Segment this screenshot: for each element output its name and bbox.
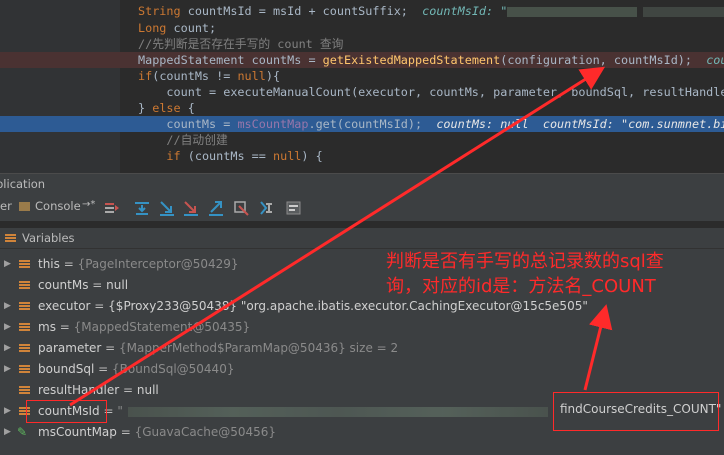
field-icon <box>19 281 30 290</box>
variable-name: boundSql <box>38 362 95 376</box>
blurred-value <box>643 6 724 17</box>
field-icon <box>19 323 30 332</box>
variable-value: {PageInterceptor@50429} <box>77 257 239 271</box>
debug-tool-window-bar[interactable]: plication <box>0 173 724 196</box>
variable-value: {MapperMethod$ParamMap@50436} size = 2 <box>119 341 399 355</box>
expand-arrow-icon[interactable]: ▶ <box>4 359 11 380</box>
variable-row[interactable]: ▶ parameter = {MapperMethod$ParamMap@504… <box>0 338 724 359</box>
variable-name: ms <box>38 320 56 334</box>
annotation-value-text: findCourseCredits_COUNT" <box>560 402 722 416</box>
annotation-text-line-2: 询，对应的id是：方法名_COUNT <box>386 276 656 297</box>
code-line[interactable]: String countMsId = msId + countSuffix; c… <box>0 3 724 19</box>
code-line[interactable]: //先判断是否存在手写的 count 查询 <box>0 36 724 52</box>
console-icon <box>19 202 30 211</box>
expand-arrow-icon[interactable]: ▶ <box>4 401 11 422</box>
blurred-value <box>507 6 638 17</box>
step-out-icon[interactable] <box>207 199 225 217</box>
tool-window-title: plication <box>0 177 46 191</box>
variable-name: this <box>38 257 60 271</box>
step-into-icon[interactable] <box>158 199 176 217</box>
tab-options-icon[interactable]: →* <box>82 199 95 210</box>
blurred-value <box>128 407 548 417</box>
field-icon <box>19 302 30 311</box>
variables-panel-header[interactable]: Variables <box>0 228 724 249</box>
drop-frame-icon[interactable] <box>232 199 250 217</box>
variables-title: Variables <box>22 231 75 245</box>
field-icon <box>19 260 30 269</box>
console-tab[interactable]: Console <box>35 199 81 213</box>
expand-arrow-icon[interactable]: ▶ <box>4 296 11 317</box>
expand-arrow-icon[interactable]: ▶ <box>4 422 11 443</box>
variables-icon <box>5 234 16 243</box>
code-line[interactable]: //自动创建 <box>0 132 724 148</box>
variable-name: countMs <box>38 278 89 292</box>
variable-value: {$Proxy233@50438} "org.apache.ibatis.exe… <box>108 299 588 313</box>
debugger-tab[interactable]: er <box>0 199 12 213</box>
code-line[interactable]: MappedStatement countMs = getExistedMapp… <box>0 52 724 68</box>
variable-value: " <box>117 404 123 418</box>
variable-name: msCountMap <box>38 425 117 439</box>
variable-row[interactable]: ▶ executor = {$Proxy233@50438} "org.apac… <box>0 296 724 317</box>
field-icon <box>19 365 30 374</box>
execution-point-line[interactable]: countMs = msCountMap.get(countMsId); cou… <box>0 116 724 132</box>
code-line[interactable]: count = executeManualCount(executor, cou… <box>0 84 724 100</box>
field-icon <box>19 386 30 395</box>
code-line[interactable]: Long count; <box>0 20 724 36</box>
watch-icon: ✎ <box>17 425 28 439</box>
code-line[interactable]: if (countMs == null) { <box>0 148 724 164</box>
field-icon <box>19 344 30 353</box>
evaluate-expression-icon[interactable] <box>285 199 303 217</box>
variable-name: executor <box>38 299 91 313</box>
variable-name: resultHandler <box>38 383 120 397</box>
expand-arrow-icon[interactable]: ▶ <box>4 338 11 359</box>
force-step-into-icon[interactable] <box>182 199 200 217</box>
highlight-box-variable <box>26 400 107 423</box>
step-over-icon[interactable] <box>133 199 151 217</box>
debug-toolbar: er Console →* <box>0 195 724 222</box>
variable-value: {GuavaCache@50456} <box>134 425 277 439</box>
code-editor[interactable]: String countMsId = msId + countSuffix; c… <box>0 0 724 173</box>
variable-value: {BoundSql@50440} <box>112 362 235 376</box>
variable-row[interactable]: ▶ boundSql = {BoundSql@50440} <box>0 359 724 380</box>
code-line[interactable]: if(countMs != null){ <box>0 68 724 84</box>
variable-value: {MappedStatement@50435} <box>73 320 251 334</box>
variable-value: null <box>106 278 129 292</box>
annotation-text-line-1: 判断是否有手写的总记录数的sql查 <box>386 251 664 272</box>
show-execution-point-icon[interactable] <box>102 199 120 217</box>
expand-arrow-icon[interactable]: ▶ <box>4 254 11 275</box>
expand-arrow-icon[interactable]: ▶ <box>4 317 11 338</box>
variable-row[interactable]: ▶ ms = {MappedStatement@50435} <box>0 317 724 338</box>
run-to-cursor-icon[interactable] <box>258 199 276 217</box>
variable-value: null <box>136 383 159 397</box>
code-line[interactable]: } else { <box>0 100 724 116</box>
variable-name: parameter <box>38 341 102 355</box>
